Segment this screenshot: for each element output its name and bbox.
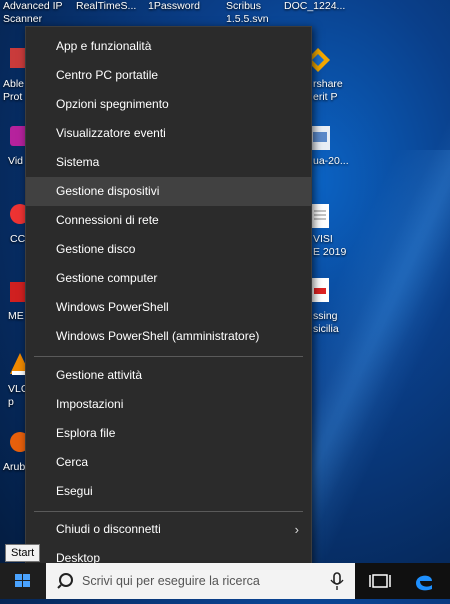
start-button[interactable] (0, 563, 46, 599)
menu-item-powershell-admin[interactable]: Windows PowerShell (amministratore) (26, 322, 311, 351)
desktop-icon-label: CC (10, 233, 26, 245)
menu-item-windows-powershell[interactable]: Windows PowerShell (26, 293, 311, 322)
menu-separator (34, 356, 303, 357)
desktop-icon-label: 1Password (148, 0, 200, 12)
menu-item-impostazioni[interactable]: Impostazioni (26, 390, 311, 419)
menu-item-cerca[interactable]: Cerca (26, 448, 311, 477)
desktop-icon-label: rshare erit P (313, 78, 343, 103)
desktop-icon-label: VISI E 2019 (313, 233, 347, 258)
microphone-icon[interactable] (327, 563, 347, 599)
menu-item-app-funzionalita[interactable]: App e funzionalità (26, 32, 311, 61)
menu-item-gestione-attivita[interactable]: Gestione attività (26, 361, 311, 390)
power-user-menu: App e funzionalità Centro PC portatile O… (25, 26, 312, 582)
menu-separator (34, 511, 303, 512)
menu-item-label: Chiudi o disconnetti (56, 522, 161, 536)
menu-item-centro-pc-portatile[interactable]: Centro PC portatile (26, 61, 311, 90)
menu-item-gestione-dispositivi[interactable]: Gestione dispositivi (26, 177, 311, 206)
search-placeholder: Scrivi qui per eseguire la ricerca (82, 574, 260, 588)
menu-item-visualizzatore-eventi[interactable]: Visualizzatore eventi (26, 119, 311, 148)
desktop-icon-label: ME (8, 310, 24, 322)
edge-icon (416, 575, 432, 591)
menu-item-chiudi-disconnetti[interactable]: Chiudi o disconnetti › (26, 515, 311, 544)
menu-item-sistema[interactable]: Sistema (26, 148, 311, 177)
search-icon (57, 573, 73, 589)
start-tooltip: Start (5, 544, 41, 562)
edge-taskbar-button[interactable] (404, 563, 444, 599)
desktop-icon-label: Vid (8, 155, 23, 167)
desktop-icon-label: Able Prot (3, 78, 25, 103)
desktop-icon-label: Arub (3, 461, 26, 473)
taskbar: Scrivi qui per eseguire la ricerca (0, 563, 450, 599)
menu-item-esplora-file[interactable]: Esplora file (26, 419, 311, 448)
desktop-icon-label: ua-20... (313, 155, 349, 167)
desktop-icon-label: ssing sicilia (313, 310, 339, 335)
taskbar-search-box[interactable]: Scrivi qui per eseguire la ricerca (46, 563, 355, 599)
task-view-icon (369, 574, 391, 588)
menu-item-connessioni-rete[interactable]: Connessioni di rete (26, 206, 311, 235)
windows-logo-icon (15, 574, 30, 587)
menu-item-gestione-computer[interactable]: Gestione computer (26, 264, 311, 293)
desktop-icon-label: Scribus 1.5.5.svn (226, 0, 269, 25)
desktop-icon-label: Advanced IP Scanner (3, 0, 63, 25)
menu-item-esegui[interactable]: Esegui (26, 477, 311, 506)
menu-item-opzioni-spegnimento[interactable]: Opzioni spegnimento (26, 90, 311, 119)
chevron-right-icon: › (294, 522, 299, 537)
desktop-icon-label: RealTimeS... (76, 0, 137, 12)
menu-item-gestione-disco[interactable]: Gestione disco (26, 235, 311, 264)
desktop-icon-label: DOC_1224... (284, 0, 346, 12)
task-view-button[interactable] (360, 563, 400, 599)
